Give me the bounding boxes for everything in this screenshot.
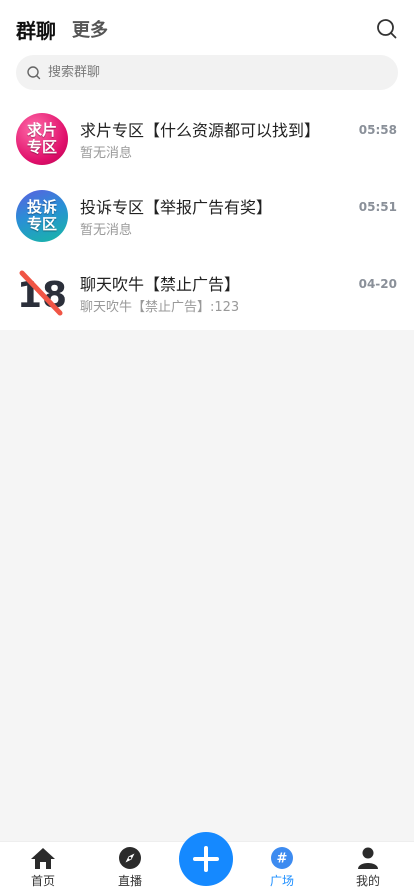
- nav-home[interactable]: 首页: [13, 846, 73, 889]
- last-message: 暂无消息: [80, 223, 133, 238]
- avatar-text-line2: 专区: [26, 138, 57, 156]
- list-item[interactable]: 求片 专区 求片专区【什么资源都可以找到】 暂无消息 05:58: [0, 113, 414, 189]
- home-icon: [31, 848, 55, 869]
- tab-group-chat[interactable]: 群聊: [16, 15, 56, 44]
- group-chat-panel: 群聊 更多 求片 专区 求片专区【什么资源都可以找到】 暂无消息 05:58 投…: [0, 0, 414, 330]
- search-button[interactable]: [374, 16, 400, 42]
- header: 群聊 更多: [16, 14, 400, 44]
- avatar: 求片 专区: [16, 113, 68, 165]
- search-icon: [377, 19, 397, 39]
- user-icon: [358, 847, 378, 869]
- search-input[interactable]: [48, 65, 348, 80]
- list-item[interactable]: 18 聊天吹牛【禁止广告】 聊天吹牛【禁止广告】:123 04-20: [0, 267, 414, 343]
- group-title: 投诉专区【举报广告有奖】: [80, 198, 273, 217]
- bottom-nav: 首页 直播 # 广场 我的: [0, 832, 414, 896]
- avatar-text-line1: 投诉: [26, 198, 57, 216]
- list-item[interactable]: 投诉 专区 投诉专区【举报广告有奖】 暂无消息 05:51: [0, 190, 414, 266]
- nav-label: 广场: [269, 874, 294, 888]
- nav-profile[interactable]: 我的: [338, 846, 398, 889]
- hashtag-icon: #: [271, 847, 293, 869]
- no-18-icon: 18: [17, 270, 67, 316]
- group-title: 聊天吹牛【禁止广告】: [80, 275, 241, 294]
- create-button[interactable]: [179, 832, 233, 886]
- message-time: 05:51: [358, 200, 397, 214]
- last-message: 暂无消息: [80, 146, 133, 161]
- tab-more[interactable]: 更多: [72, 16, 108, 42]
- nav-live[interactable]: 直播: [100, 846, 160, 889]
- nav-square[interactable]: # 广场: [252, 846, 312, 889]
- avatar-text-line1: 求片: [26, 121, 57, 139]
- search-bar[interactable]: [16, 55, 398, 90]
- compass-icon: [119, 847, 141, 869]
- search-icon: [27, 65, 41, 79]
- nav-label: 首页: [30, 874, 55, 888]
- plus-icon: [193, 846, 219, 872]
- avatar: 18: [16, 267, 68, 319]
- nav-label: 直播: [117, 874, 142, 888]
- group-title: 求片专区【什么资源都可以找到】: [80, 121, 321, 140]
- avatar-text-line2: 专区: [26, 215, 57, 233]
- svg-text:#: #: [277, 852, 288, 867]
- message-time: 05:58: [358, 123, 397, 137]
- message-time: 04-20: [358, 277, 397, 291]
- last-message: 聊天吹牛【禁止广告】:123: [80, 300, 240, 315]
- avatar: 投诉 专区: [16, 190, 68, 242]
- nav-label: 我的: [355, 874, 380, 888]
